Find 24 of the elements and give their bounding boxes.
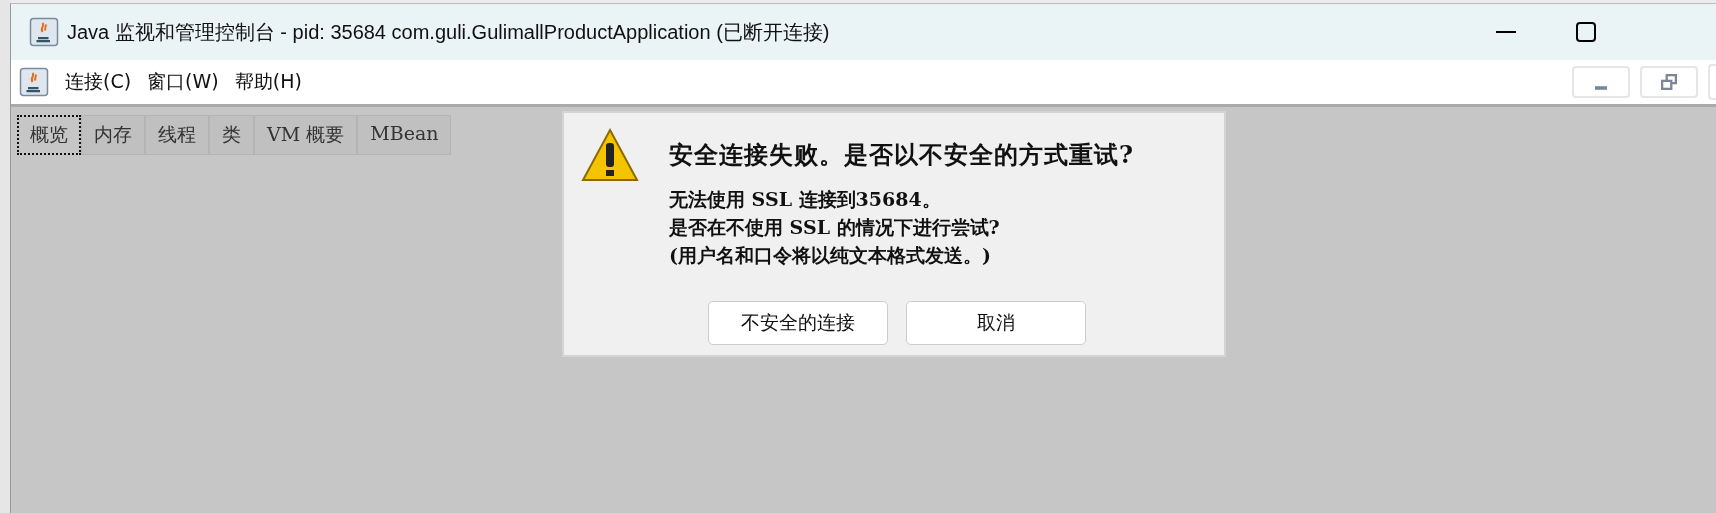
warning-icon [580,127,640,183]
tab[interactable]: 内存 [81,115,145,155]
dialog-heading: 安全连接失败。是否以不安全的方式重试? [669,139,1135,171]
coffee-cup-icon [29,17,59,47]
dialog-message: (用户名和口令将以纯文本格式发送。) [669,243,992,268]
menu-item[interactable]: 窗口(W) [147,69,219,95]
dialog-button[interactable]: 取消 [906,301,1086,345]
tab[interactable]: 概览 [17,115,81,155]
window-title: Java 监视和管理控制台 - pid: 35684 com.guli.GulimallProductApplication (已断开连接) [67,19,830,45]
restore-button[interactable] [1640,66,1698,98]
tab[interactable]: MBean [357,115,452,155]
minimize-button[interactable] [1572,66,1630,98]
coffee-cup-icon [19,67,49,97]
tab[interactable]: VM 概要 [254,115,358,155]
maximize-icon[interactable] [1576,22,1596,42]
dialog-message: 无法使用 SSL 连接到35684。 [669,187,942,212]
menu-item[interactable]: 连接(C) [65,69,132,95]
dialog-message: 是否在不使用 SSL 的情况下进行尝试? [669,215,1001,240]
restore-icon [1661,74,1677,90]
minimize-icon [1595,86,1607,90]
dialog-button[interactable]: 不安全的连接 [708,301,888,345]
menu-item[interactable]: 帮助(H) [234,69,302,95]
tab[interactable]: 线程 [145,115,209,155]
tab[interactable]: 类 [209,115,254,155]
